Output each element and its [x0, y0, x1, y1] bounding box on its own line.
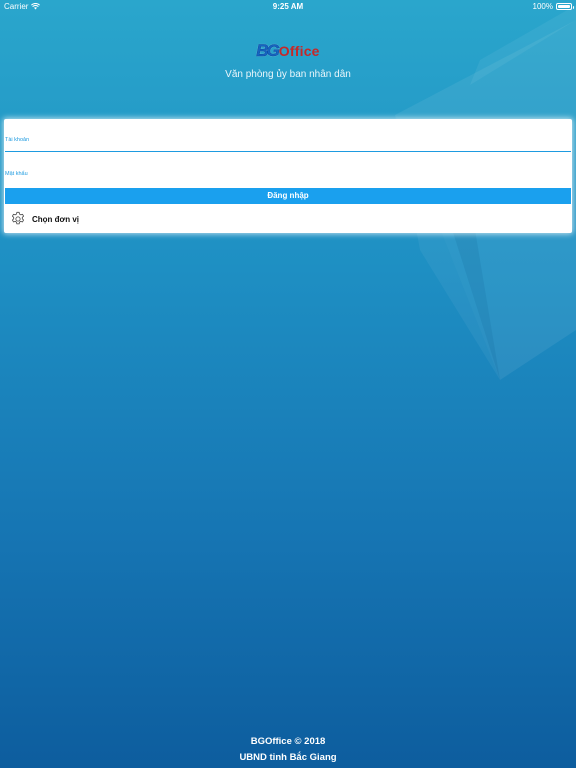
battery-percent: 100%	[532, 2, 553, 11]
login-button[interactable]: Đăng nhập	[5, 188, 571, 204]
footer-copyright: BGOffice © 2018	[250, 736, 326, 747]
password-placeholder: Mật khẩu	[5, 171, 28, 177]
logo-text: Office	[278, 43, 320, 59]
login-form: Tài khoản Mật khẩu Đăng nhập Chọn đơn vị	[4, 119, 572, 233]
battery-icon	[556, 3, 574, 10]
status-right: 100%	[532, 2, 574, 11]
status-bar: Carrier 9:25 AM 100%	[0, 0, 576, 14]
app-logo: BG Office	[0, 41, 576, 61]
logo-mark: BG	[256, 41, 280, 61]
footer-organization: UBND tỉnh Bắc Giang	[239, 752, 337, 763]
app-subtitle: Văn phòng ủy ban nhân dân	[225, 69, 351, 80]
background-decoration	[395, 5, 576, 380]
gear-icon	[12, 211, 24, 225]
select-unit-button[interactable]: Chọn đơn vị	[10, 211, 79, 227]
password-field[interactable]: Mật khẩu	[5, 155, 571, 185]
select-unit-label: Chọn đơn vị	[32, 214, 80, 224]
username-placeholder: Tài khoản	[5, 137, 30, 143]
username-field[interactable]: Tài khoản	[5, 121, 571, 152]
clock: 9:25 AM	[272, 2, 304, 11]
battery-fill	[558, 5, 570, 8]
